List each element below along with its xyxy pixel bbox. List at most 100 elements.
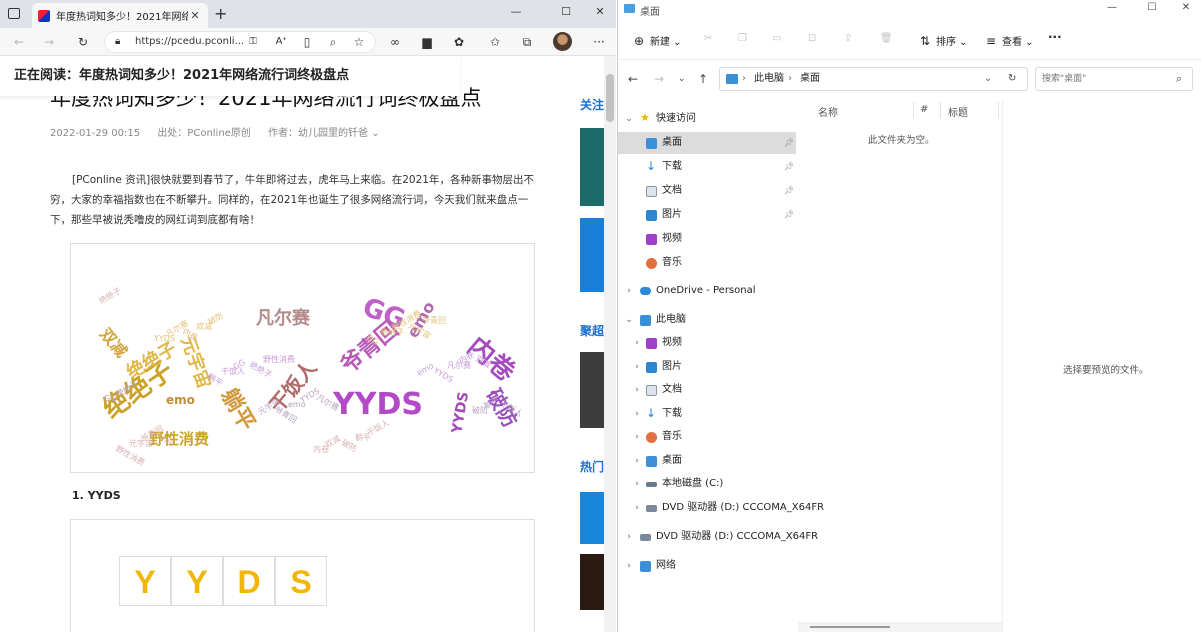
page-scrollbar[interactable] [604,56,616,632]
puzzle-icon[interactable]: ✿ [450,33,468,51]
expand-chevron-icon[interactable]: › [624,555,634,577]
expand-chevron-icon[interactable]: › [632,332,642,354]
expand-chevron-icon[interactable]: › [624,280,634,302]
pin-icon[interactable]: 📌︎ [784,132,794,154]
forward-icon[interactable]: → [654,72,664,86]
minimize-button[interactable]: — [1092,0,1132,18]
column-number[interactable]: # [920,104,928,115]
back-icon[interactable]: ← [628,72,638,86]
reader-view-icon[interactable]: ▯ [298,33,316,51]
nav-pc-videos[interactable]: › 视频 [618,332,796,354]
nav-network[interactable]: › 网络 [618,555,796,577]
nav-quick-desktop[interactable]: 桌面 📌︎ [618,132,796,154]
nav-pc-downloads[interactable]: › ↓ 下载 [618,403,796,425]
more-button[interactable]: ··· [1048,30,1062,44]
column-separator[interactable] [940,102,941,118]
close-button[interactable]: ✕ [1166,0,1201,18]
nav-quick-downloads[interactable]: ↓ 下载 📌︎ [618,156,796,178]
sort-button[interactable]: ⇅ 排序 ⌄ [918,33,968,48]
expand-chevron-icon[interactable]: › [632,473,642,495]
extension-icon[interactable]: ∞ [386,33,404,51]
scrollbar-thumb[interactable] [810,626,890,628]
yyds-letter: D [223,556,275,606]
qr-code-image[interactable] [580,218,606,292]
nav-dvd-drive[interactable]: › DVD 驱动器 (D:) CCCOMA_X64FR [618,497,824,519]
column-separator[interactable] [998,102,999,118]
thumbnail-image[interactable] [580,554,606,610]
music-icon [646,258,657,269]
thumbnail-image[interactable] [580,492,606,544]
view-button[interactable]: ≡ 查看 ⌄ [984,33,1034,48]
cut-icon[interactable]: ✂ [704,33,712,44]
nav-pc-pictures[interactable]: › 图片 [618,356,796,378]
column-name[interactable]: 名称 [818,104,838,119]
tab-active[interactable]: 年度热词知多少！2021年网络流行 ✕ [32,3,208,28]
new-tab-icon[interactable]: + [214,4,227,23]
pin-icon[interactable]: 📌︎ [784,204,794,226]
qr-code-image[interactable] [580,128,606,206]
expand-chevron-icon[interactable]: ⌄ [624,108,634,130]
recent-chevron-icon[interactable]: ⌄ [678,74,686,84]
nav-quick-music[interactable]: 音乐 [618,252,796,274]
nav-quick-documents[interactable]: 文档 📌︎ [618,180,796,202]
expand-chevron-icon[interactable]: › [624,526,634,548]
menu-dots-icon[interactable]: ··· [590,33,608,51]
copy-icon[interactable]: ❐ [738,33,747,44]
nav-quick-access[interactable]: ⌄ ★ 快速访问 [618,108,796,130]
tab-actions-icon[interactable] [8,8,20,19]
forward-icon[interactable]: → [40,33,58,51]
path-desktop[interactable]: 桌面 [800,68,820,90]
minimize-button[interactable]: — [496,0,536,26]
pin-icon[interactable]: 📌︎ [784,156,794,178]
nav-dvd-root[interactable]: › DVD 驱动器 (D:) CCCOMA_X64FR [618,526,818,548]
nav-pc-documents[interactable]: › 文档 [618,379,796,401]
file-list[interactable]: 名称 # 标题 此文件夹为空。 [798,100,1002,632]
scrollbar-thumb[interactable] [606,74,614,122]
expand-chevron-icon[interactable]: › [632,379,642,401]
expand-chevron-icon[interactable]: › [632,356,642,378]
nav-pc-music[interactable]: › 音乐 [618,426,796,448]
thumbnail-image[interactable] [580,352,606,428]
delete-icon[interactable]: 🗑︎ [880,33,893,44]
column-title[interactable]: 标题 [948,104,968,119]
key-icon[interactable]: ⚿ [244,33,262,51]
tab-close-icon[interactable]: ✕ [188,9,202,22]
horizontal-scrollbar[interactable] [798,622,1002,632]
collections-icon[interactable]: ⧉ [518,33,536,51]
paste-icon[interactable]: ▭ [772,33,781,44]
address-path[interactable]: › 此电脑 › 桌面 ⌄ ↻ [719,67,1028,91]
article-author[interactable]: 作者：幼儿园里的钎爸 ⌄ [268,128,380,139]
nav-quick-videos[interactable]: 视频 [618,228,796,250]
tab-icon[interactable]: ▆ [418,33,436,51]
nav-onedrive[interactable]: › OneDrive - Personal [618,280,796,302]
expand-chevron-icon[interactable]: › [632,450,642,472]
favorites-icon[interactable]: ✩ [486,33,504,51]
column-separator[interactable] [913,102,914,118]
expand-chevron-icon[interactable]: › [632,497,642,519]
search-box[interactable]: 搜索"桌面" ⌕ [1035,67,1193,91]
zoom-icon[interactable]: ⌕ [324,33,342,51]
nav-pc-desktop[interactable]: › 桌面 [618,450,796,472]
nav-this-pc[interactable]: ⌄ 此电脑 [618,309,796,331]
up-icon[interactable]: ↑ [698,72,708,86]
path-this-pc[interactable]: 此电脑 [754,68,784,90]
nav-local-disk[interactable]: › 本地磁盘 (C:) [618,473,796,495]
refresh-icon[interactable]: ↻ [74,33,92,51]
expand-chevron-icon[interactable]: › [632,403,642,425]
share-icon[interactable]: ⇪ [844,33,852,44]
pin-icon[interactable]: 📌︎ [784,180,794,202]
new-button[interactable]: ⊕ 新建 ⌄ [632,33,682,48]
path-separator: › [788,73,792,84]
back-icon[interactable]: ← [10,33,28,51]
favorite-star-icon[interactable]: ☆ [350,33,368,51]
rename-icon[interactable]: ⊡ [808,33,816,44]
nav-quick-pictures[interactable]: 图片 📌︎ [618,204,796,226]
avatar[interactable] [553,32,572,51]
close-button[interactable]: ✕ [580,0,616,26]
read-aloud-icon[interactable]: Aᐩ [272,33,290,51]
star-icon: ★ [640,111,650,124]
expand-chevron-icon[interactable]: › [632,426,642,448]
expand-chevron-icon[interactable]: ⌄ [624,309,634,331]
path-dropdown-icon[interactable]: ⌄ [984,68,992,90]
refresh-icon[interactable]: ↻ [1008,68,1016,90]
